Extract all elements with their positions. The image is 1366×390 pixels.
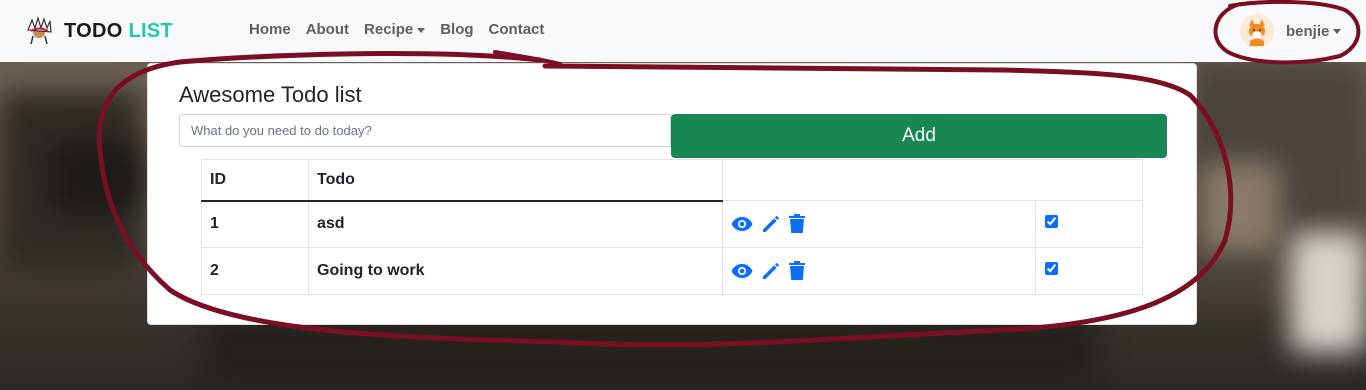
trash-icon[interactable] xyxy=(789,214,805,234)
done-checkbox[interactable] xyxy=(1045,215,1059,228)
chief-headdress-logo-icon xyxy=(24,15,54,46)
row-actions xyxy=(721,200,1037,248)
nav-home-link[interactable]: Home xyxy=(249,21,291,38)
brand-name: TODO LIST xyxy=(64,19,174,42)
row-todo: Going to work xyxy=(308,247,723,295)
row-id: 2 xyxy=(201,247,309,295)
eye-icon[interactable] xyxy=(731,263,753,279)
add-button[interactable]: Add xyxy=(671,114,1167,158)
navbar: TODO LIST Home About Recipe Blog Contact… xyxy=(0,0,1366,62)
fox-avatar-icon xyxy=(1240,14,1274,48)
nav-recipe-label: Recipe xyxy=(364,21,414,38)
trash-icon[interactable] xyxy=(789,261,805,281)
table-row: 1 asd xyxy=(201,200,1143,248)
header-todo: Todo xyxy=(308,159,723,202)
todo-card: Awesome Todo list Add ID Todo 1 asd xyxy=(147,63,1197,325)
eye-icon[interactable] xyxy=(731,216,753,232)
row-checkbox-cell xyxy=(1035,200,1143,248)
nav-about-link[interactable]: About xyxy=(306,21,349,38)
table-header-row: ID Todo xyxy=(201,159,1143,202)
pencil-icon[interactable] xyxy=(761,214,781,234)
done-checkbox[interactable] xyxy=(1045,262,1059,275)
table-row: 2 Going to work xyxy=(201,247,1143,295)
row-id: 1 xyxy=(201,200,309,248)
caret-down-icon xyxy=(417,27,426,33)
user-menu[interactable]: benjie xyxy=(1240,14,1342,48)
caret-down-icon xyxy=(1333,29,1342,35)
nav-recipe-dropdown[interactable]: Recipe xyxy=(364,21,426,38)
header-actions xyxy=(722,159,1143,201)
todo-table: ID Todo 1 asd 2 Going to work xyxy=(201,159,1143,295)
brand[interactable]: TODO LIST xyxy=(24,15,174,46)
todo-input[interactable] xyxy=(179,114,671,147)
header-id: ID xyxy=(201,159,309,202)
nav-contact-link[interactable]: Contact xyxy=(489,21,545,38)
user-name: benjie xyxy=(1286,23,1342,40)
row-todo: asd xyxy=(308,200,723,248)
nav-blog-link[interactable]: Blog xyxy=(440,21,473,38)
pencil-icon[interactable] xyxy=(761,261,781,281)
row-checkbox-cell xyxy=(1035,247,1143,295)
card-title: Awesome Todo list xyxy=(179,82,362,107)
row-actions xyxy=(721,247,1037,295)
nav-links: Home About Recipe Blog Contact xyxy=(249,21,559,38)
